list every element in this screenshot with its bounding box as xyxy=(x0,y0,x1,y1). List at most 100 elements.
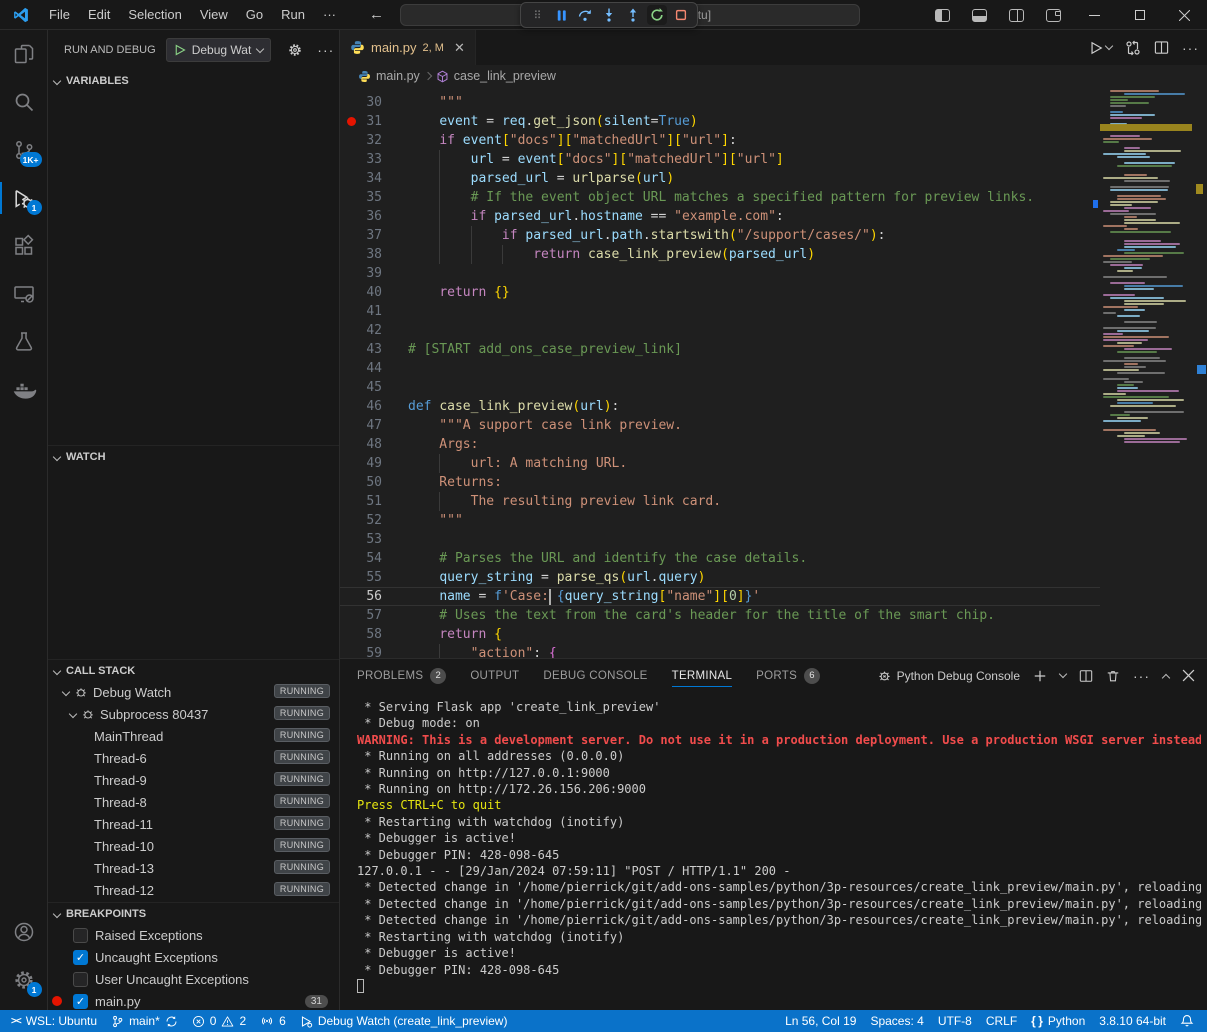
gutter[interactable]: 36 xyxy=(340,207,408,226)
breakpoint-item[interactable]: ✓main.py31 xyxy=(48,990,339,1012)
remote-indicator[interactable]: ><WSL: Ubuntu xyxy=(4,1010,104,1032)
search-icon[interactable] xyxy=(0,78,48,126)
code-line-56[interactable]: 56 name = f'Case: {query_string["name"][… xyxy=(340,587,1100,606)
sidebar-more-actions[interactable]: ··· xyxy=(317,42,334,58)
overview-ruler[interactable] xyxy=(1192,87,1207,658)
ports-indicator[interactable]: 6 xyxy=(253,1010,293,1032)
code-line-33[interactable]: 33 url = event["docs"]["matchedUrl"]["ur… xyxy=(340,150,1100,169)
maximize-panel-icon[interactable] xyxy=(1162,673,1170,681)
source-control-icon[interactable]: 1K+ xyxy=(0,126,48,174)
menu-moremoremore[interactable]: ··· xyxy=(314,4,345,26)
checkbox[interactable] xyxy=(73,928,88,943)
code-line-58[interactable]: 58 return { xyxy=(340,625,1100,644)
chevron-down-icon[interactable] xyxy=(69,710,77,718)
gutter[interactable]: 30 xyxy=(340,93,408,112)
split-terminal-icon[interactable] xyxy=(1079,669,1093,683)
branch-indicator[interactable]: main* xyxy=(104,1010,185,1032)
code-line-45[interactable]: 45 xyxy=(340,378,1100,397)
step-over-button[interactable] xyxy=(575,5,595,25)
open-changes-icon[interactable] xyxy=(1125,40,1141,56)
menu-edit[interactable]: Edit xyxy=(79,4,119,26)
pause-button[interactable] xyxy=(551,5,571,25)
code-line-57[interactable]: 57 # Uses the text from the card's heade… xyxy=(340,606,1100,625)
terminal-dropdown-icon[interactable] xyxy=(1059,670,1067,678)
new-terminal-icon[interactable] xyxy=(1033,669,1047,683)
checkbox[interactable] xyxy=(73,972,88,987)
debug-settings-gear-icon[interactable] xyxy=(287,42,303,58)
code-line-37[interactable]: 37 if parsed_url.path.startswith("/suppo… xyxy=(340,226,1100,245)
gutter[interactable]: 38 xyxy=(340,245,408,264)
docker-icon[interactable] xyxy=(0,366,48,414)
gutter[interactable]: 47 xyxy=(340,416,408,435)
gutter[interactable]: 58 xyxy=(340,625,408,644)
breadcrumb-file[interactable]: main.py xyxy=(376,69,420,83)
extensions-icon[interactable] xyxy=(0,222,48,270)
gutter[interactable]: 50 xyxy=(340,473,408,492)
code-line-48[interactable]: 48 Args: xyxy=(340,435,1100,454)
language-mode[interactable]: { }Python xyxy=(1024,1010,1092,1032)
tab-main-py[interactable]: main.py 2, M ✕ xyxy=(340,30,476,65)
call-stack-item[interactable]: Thread-12RUNNING xyxy=(48,879,339,901)
notifications-bell[interactable] xyxy=(1173,1010,1201,1032)
terminal-instance-label[interactable]: Python Debug Console xyxy=(877,668,1020,683)
minimize-button[interactable] xyxy=(1072,0,1117,30)
gutter[interactable]: 45 xyxy=(340,378,408,397)
watch-section-header[interactable]: WATCH xyxy=(48,445,339,467)
close-window-button[interactable] xyxy=(1162,0,1207,30)
code-line-38[interactable]: 38 return case_link_preview(parsed_url) xyxy=(340,245,1100,264)
gutter[interactable]: 35 xyxy=(340,188,408,207)
chevron-down-icon[interactable] xyxy=(62,688,70,696)
gutter[interactable]: 33 xyxy=(340,150,408,169)
panel-tab-terminal[interactable]: TERMINAL xyxy=(672,659,733,692)
drag-handle-icon[interactable]: ⠿ xyxy=(527,5,547,25)
testing-icon[interactable] xyxy=(0,318,48,366)
call-stack-item[interactable]: Thread-10RUNNING xyxy=(48,835,339,857)
call-stack-item[interactable]: Debug WatchRUNNING xyxy=(48,681,339,703)
call-stack-item[interactable]: Thread-11RUNNING xyxy=(48,813,339,835)
encoding[interactable]: UTF-8 xyxy=(931,1010,979,1032)
run-python-file-button[interactable] xyxy=(1089,41,1112,55)
call-stack-item[interactable]: MainThreadRUNNING xyxy=(48,725,339,747)
step-out-button[interactable] xyxy=(623,5,643,25)
menu-file[interactable]: File xyxy=(40,4,79,26)
gutter[interactable]: 40 xyxy=(340,283,408,302)
chevron-down-icon[interactable] xyxy=(1105,42,1113,50)
gutter[interactable]: 44 xyxy=(340,359,408,378)
variables-section-header[interactable]: VARIABLES xyxy=(48,70,339,92)
stop-button[interactable] xyxy=(671,5,691,25)
code-editor[interactable]: 30 """31 event = req.get_json(silent=Tru… xyxy=(340,87,1207,658)
problems-indicator[interactable]: 0 2 xyxy=(185,1010,253,1032)
step-into-button[interactable] xyxy=(599,5,619,25)
cursor-position[interactable]: Ln 56, Col 19 xyxy=(778,1010,863,1032)
code-line-40[interactable]: 40 return {} xyxy=(340,283,1100,302)
checkbox[interactable]: ✓ xyxy=(73,994,88,1009)
gutter[interactable]: 56 xyxy=(340,588,408,605)
menu-view[interactable]: View xyxy=(191,4,237,26)
code-line-54[interactable]: 54 # Parses the URL and identify the cas… xyxy=(340,549,1100,568)
menu-run[interactable]: Run xyxy=(272,4,314,26)
settings-gear-icon[interactable]: 1 xyxy=(0,956,48,1004)
terminal-output[interactable]: * Serving Flask app 'create_link_preview… xyxy=(357,699,1201,1006)
menu-go[interactable]: Go xyxy=(237,4,272,26)
python-interpreter[interactable]: 3.8.10 64-bit xyxy=(1092,1010,1173,1032)
gutter[interactable]: 51 xyxy=(340,492,408,511)
minimap[interactable] xyxy=(1100,87,1192,658)
toggle-sidebar-icon[interactable] xyxy=(935,9,950,22)
launch-config-dropdown[interactable]: Debug Wat xyxy=(166,38,272,62)
close-panel-icon[interactable] xyxy=(1182,669,1195,682)
code-line-36[interactable]: 36 if parsed_url.hostname == "example.co… xyxy=(340,207,1100,226)
code-line-53[interactable]: 53 xyxy=(340,530,1100,549)
code-line-30[interactable]: 30 """ xyxy=(340,93,1100,112)
remote-explorer-icon[interactable] xyxy=(0,270,48,318)
gutter[interactable]: 43 xyxy=(340,340,408,359)
start-debug-icon[interactable] xyxy=(174,44,186,56)
gutter[interactable]: 37 xyxy=(340,226,408,245)
kill-terminal-icon[interactable] xyxy=(1106,669,1120,683)
gutter[interactable]: 34 xyxy=(340,169,408,188)
code-line-55[interactable]: 55 query_string = parse_qs(url.query) xyxy=(340,568,1100,587)
breakpoint-item[interactable]: Raised Exceptions xyxy=(48,924,339,946)
code-line-32[interactable]: 32 if event["docs"]["matchedUrl"]["url"]… xyxy=(340,131,1100,150)
checkbox[interactable]: ✓ xyxy=(73,950,88,965)
breadcrumb-symbol[interactable]: case_link_preview xyxy=(454,69,556,83)
gutter[interactable]: 55 xyxy=(340,568,408,587)
